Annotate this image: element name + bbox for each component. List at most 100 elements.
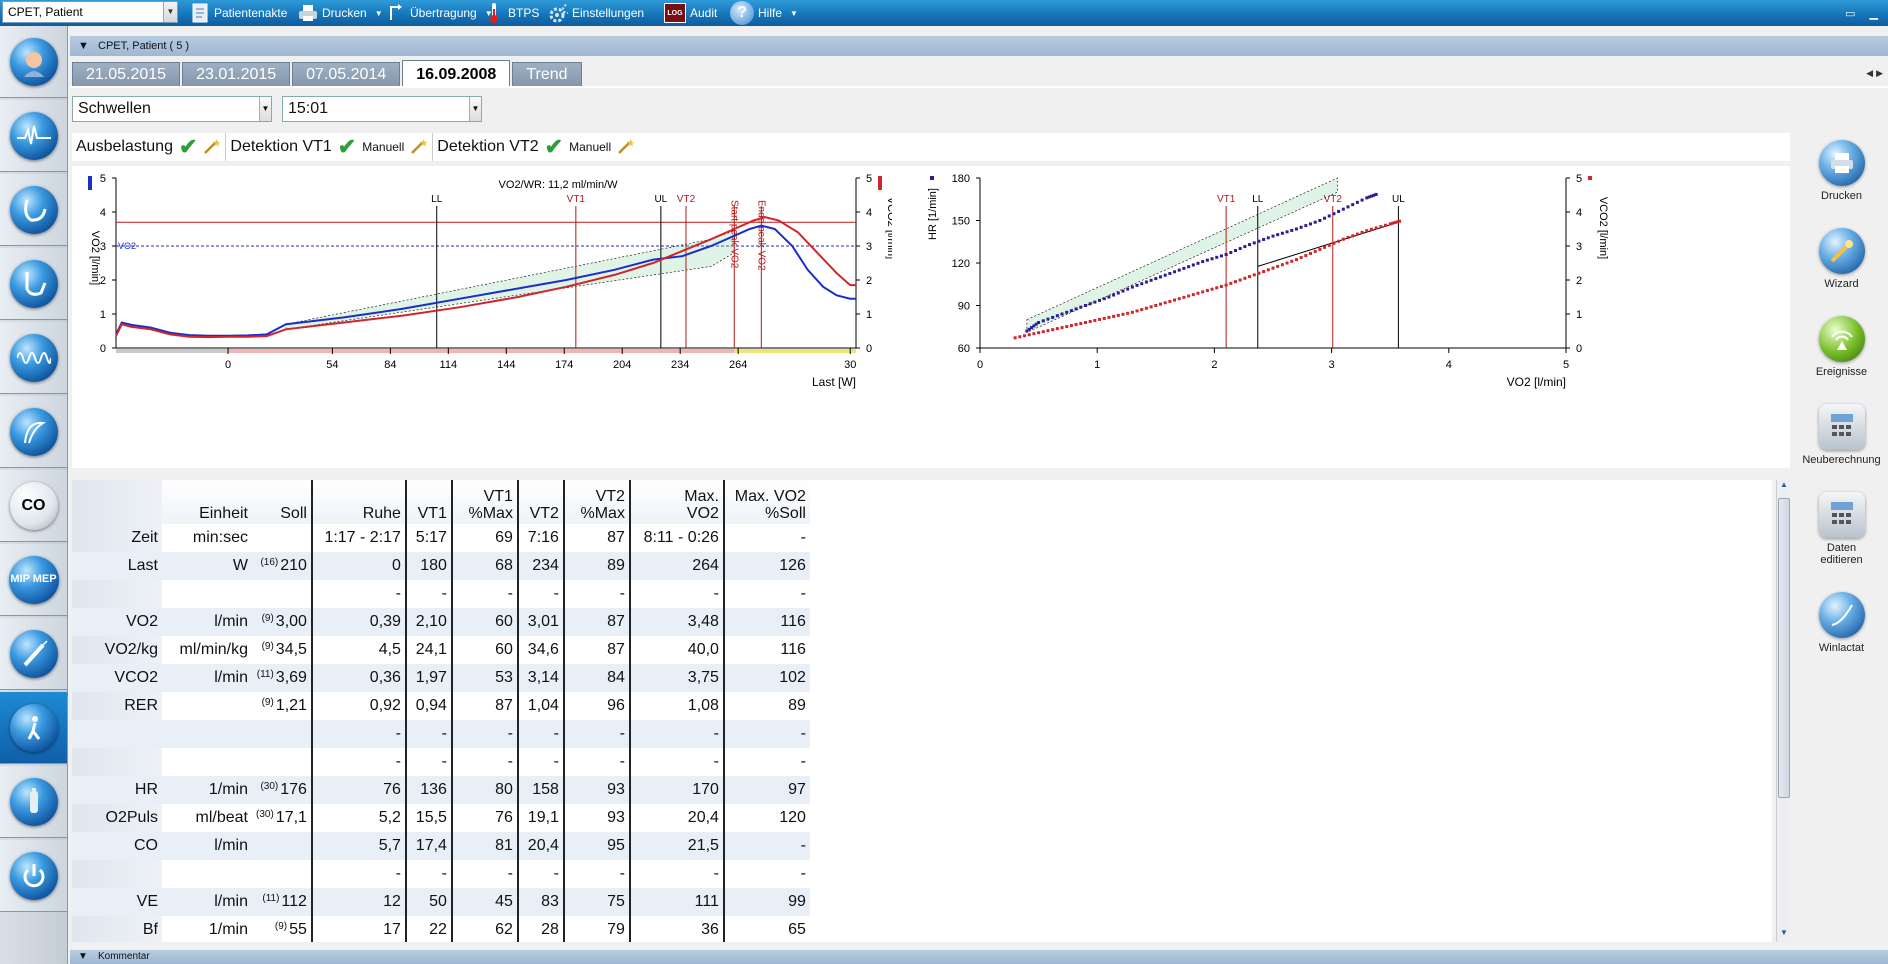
table-scrollbar[interactable]: ▲ ▼ (1776, 480, 1790, 942)
drucken-side-button[interactable]: Drucken (1795, 140, 1888, 202)
table-row[interactable]: VE l/min (11) 112 12 50 45 83 75 111 99 (72, 888, 810, 916)
row-max-vo2-psoll: 120 (722, 804, 810, 832)
scroll-down-icon[interactable]: ▼ (1777, 928, 1791, 942)
data-point-vco2 (1191, 293, 1195, 297)
patient-nav[interactable] (0, 26, 67, 98)
patient-combo[interactable]: CPET, Patient ▼ (2, 1, 178, 23)
table-row[interactable]: HR 1/min (30) 176 76 136 80 158 93 170 97 (72, 776, 810, 804)
load-vo2-chart[interactable]: 0 01 12 23 34 45 50 54 84 114 144 174 204 234 264 30Las… (72, 166, 892, 468)
drucken-menu[interactable]: Drucken ▼ (298, 0, 383, 26)
data-point-vco2 (1102, 316, 1106, 320)
table-row[interactable]: RER (9) 1,21 0,92 0,94 87 1,04 96 1,08 89 (72, 692, 810, 720)
col-header-ruhe[interactable]: Ruhe (310, 480, 406, 524)
data-point-vco2 (1046, 329, 1050, 333)
tab-21-05-2015[interactable]: 21.05.2015 (72, 62, 181, 86)
chevron-down-icon[interactable]: ▼ (163, 2, 177, 22)
table-row[interactable]: ------- (72, 860, 810, 888)
minimize-icon[interactable]: ▁ (1870, 7, 1878, 20)
section-header[interactable]: ▼ CPET, Patient ( 5 ) (70, 36, 1888, 56)
table-row[interactable]: Zeit min:sec 1:17 - 2:17 5:17 69 7:16 87 8:11 -… (72, 524, 810, 552)
tab-scroll-arrows-icon[interactable]: ◀▶ (1866, 68, 1886, 79)
vt1-mode: Manuell (362, 140, 405, 154)
power-nav[interactable] (0, 840, 67, 912)
col-header-einheit[interactable]: Einheit (162, 480, 252, 524)
col-header-label (72, 480, 162, 524)
einstellungen-button[interactable]: Einstellungen (548, 0, 644, 26)
restore-icon[interactable]: ▭ (1845, 7, 1855, 20)
hilfe-menu[interactable]: ? Hilfe ▼ (730, 0, 798, 26)
col-header-max-vo2-psoll[interactable]: Max. VO2 %Soll (722, 480, 810, 524)
tab-23-01-2015[interactable]: 23.01.2015 (182, 62, 291, 86)
winlactat-button[interactable]: Winlactat (1795, 592, 1888, 654)
chevron-down-icon[interactable]: ▼ (469, 97, 481, 121)
row-vt1-pmax: 68 (450, 552, 518, 580)
breathing-nav[interactable] (0, 322, 67, 394)
wand-icon[interactable] (617, 139, 635, 155)
spirometry-icon (9, 259, 58, 308)
tab-16-09-2008[interactable]: 16.09.2008 (402, 60, 511, 86)
audit-button[interactable]: LOG Audit (664, 0, 717, 26)
data-point-hr (1229, 251, 1233, 255)
row-vt1: 180 (404, 552, 452, 580)
table-row[interactable]: CO l/min 5,7 17,4 81 20,4 95 21,5- (72, 832, 810, 860)
col-header-max-vo2[interactable]: Max. VO2 (628, 480, 724, 524)
row-vt2-pmax: - (562, 748, 630, 776)
data-point-hr (1248, 243, 1252, 247)
row-vt1: 0,94 (404, 692, 452, 720)
hr-legend-swatch (930, 176, 934, 180)
scroll-up-icon[interactable]: ▲ (1777, 480, 1791, 494)
wizard-button[interactable]: Wizard (1795, 228, 1888, 290)
time-select[interactable]: 15:01 ▼ (282, 96, 482, 122)
table-row[interactable]: Last W (16) 210 0 180 68 234 89 264 126 (72, 552, 810, 580)
co2-nav[interactable] (0, 766, 67, 838)
mip-mep-nav[interactable]: MIP MEP (0, 544, 67, 616)
vo2-hr-chart[interactable]: 60901201501800123450 1 2 3 4 5VO2 [l/min]HR [… (922, 166, 1782, 468)
view-select[interactable]: Schwellen ▼ (72, 96, 272, 122)
neuberechnung-button[interactable]: Neuberechnung (1795, 404, 1888, 466)
col-header-vt1-pmax[interactable]: VT1 %Max (450, 480, 518, 524)
wand-icon[interactable] (203, 139, 222, 155)
chevron-down-icon[interactable]: ▼ (259, 97, 271, 121)
tab-07-05-2014[interactable]: 07.05.2014 (292, 62, 401, 86)
uebertragung-menu[interactable]: Übertragung ▼ (386, 0, 493, 26)
patientenakte-button[interactable]: Patientenakte (190, 0, 287, 26)
data-point-vco2 (1149, 305, 1153, 309)
row-vt1-pmax: 53 (450, 664, 518, 692)
ereignisse-button[interactable]: Ereignisse (1795, 316, 1888, 378)
flow-loop-nav[interactable] (0, 396, 67, 468)
table-row[interactable]: ------- (72, 720, 810, 748)
data-point-vco2 (1360, 230, 1364, 234)
scrollbar-thumb[interactable] (1778, 498, 1790, 798)
table-row[interactable]: ------- (72, 748, 810, 776)
table-row[interactable]: O2Puls ml/beat (30) 17,1 5,2 15,5 76 19,1 93 20,4… (72, 804, 810, 832)
tools-nav[interactable] (0, 618, 67, 690)
table-row[interactable]: VO2/kg ml/min/kg (9) 34,5 4,5 24,1 60 34,6 87 40,… (72, 636, 810, 664)
cpet-nav[interactable] (0, 692, 67, 764)
collapse-triangle-icon[interactable]: ▼ (78, 950, 88, 964)
col-header-vt2[interactable]: VT2 (516, 480, 564, 524)
data-point-hr (1327, 214, 1331, 218)
co-nav[interactable]: CO (0, 470, 67, 542)
row-vt2-pmax: 93 (562, 776, 630, 804)
collapse-triangle-icon[interactable]: ▼ (78, 36, 89, 56)
btps-button[interactable]: BTPS (484, 0, 539, 26)
table-row[interactable]: ------- (72, 580, 810, 608)
comment-section-header[interactable]: ▼ Kommentar (70, 950, 1888, 964)
table-row[interactable]: VCO2 l/min (11) 3,69 0,36 1,97 53 3,14 84 3,75 102 (72, 664, 810, 692)
data-point-vco2 (1365, 229, 1369, 233)
col-header-soll[interactable]: Soll (252, 480, 312, 524)
data-point-vco2 (1055, 327, 1059, 331)
ecg-nav[interactable] (0, 100, 67, 172)
table-row[interactable]: VO2 l/min (9) 3,00 0,39 2,10 60 3,01 87 3,48 116 (72, 608, 810, 636)
spirometry-nav[interactable] (0, 248, 67, 320)
lung-nav[interactable] (0, 174, 67, 246)
wand-icon[interactable] (410, 139, 428, 155)
col-header-vt1[interactable]: VT1 (404, 480, 452, 524)
table-row[interactable]: Bf 1/min (9) 55 17 22 62 28 79 36 65 (72, 916, 810, 942)
data-point-vco2 (1215, 286, 1219, 290)
daten-editieren-button[interactable]: Daten editieren (1795, 492, 1888, 566)
col-header-vt2-pmax[interactable]: VT2 %Max (562, 480, 630, 524)
section-title: CPET, Patient ( 5 ) (98, 40, 190, 52)
data-point-hr (1299, 225, 1303, 229)
tab-trend[interactable]: Trend (512, 62, 582, 86)
